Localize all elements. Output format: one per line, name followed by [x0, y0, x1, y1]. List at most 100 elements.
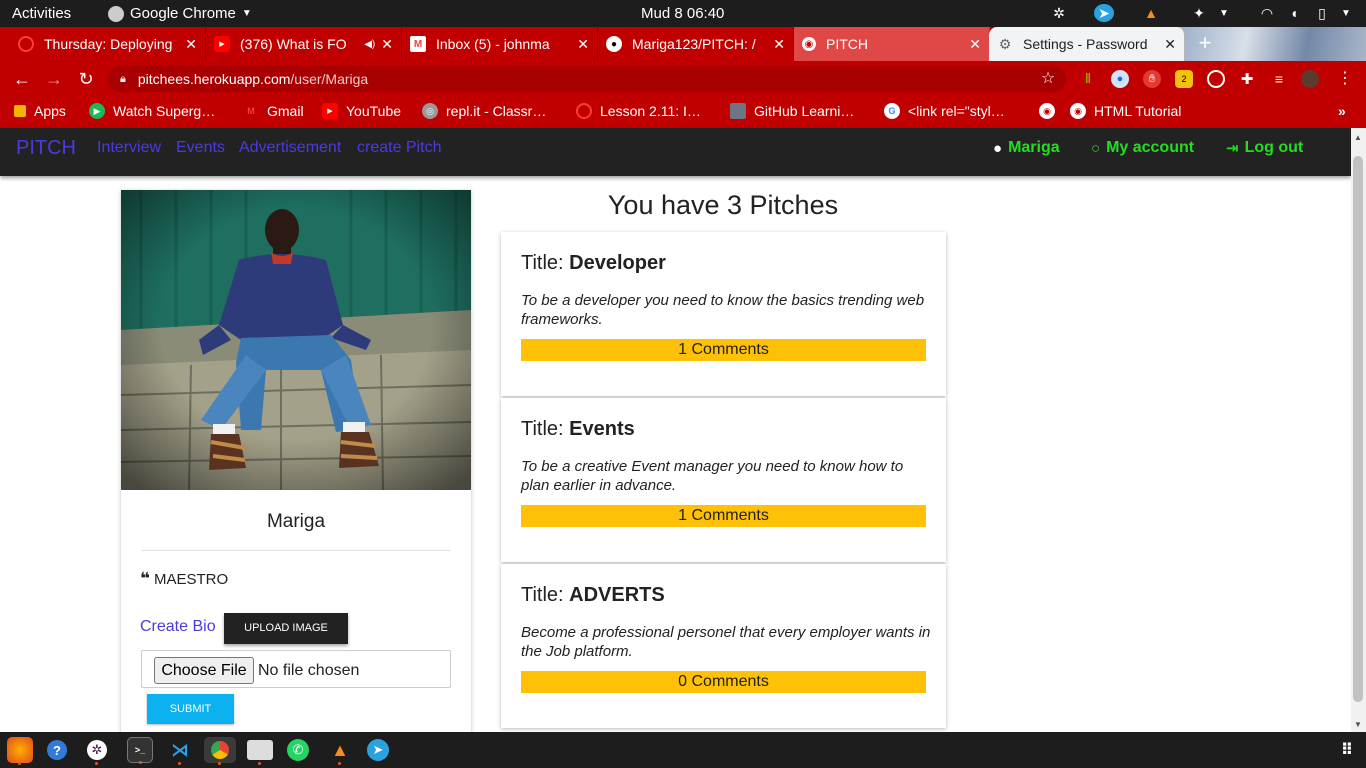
- reload-button[interactable]: ↻: [75, 69, 97, 91]
- url-path: /user/Mariga: [290, 71, 369, 87]
- terminal-icon[interactable]: >_: [127, 737, 153, 764]
- bookmarks-overflow-button[interactable]: »: [1338, 103, 1346, 119]
- scroll-down-arrow[interactable]: ▼: [1354, 720, 1362, 729]
- bookmark-star-icon[interactable]: ☆: [1037, 69, 1059, 91]
- app-menu[interactable]: Google Chrome ▼: [108, 5, 252, 22]
- extensions-puzzle-icon[interactable]: ✚: [1238, 70, 1256, 88]
- apps-grid-icon: [14, 105, 26, 117]
- url-host: pitchees.herokuapp.com: [137, 71, 291, 87]
- upload-image-button[interactable]: UPLOAD IMAGE: [224, 613, 348, 644]
- bookmark-html-tutorial[interactable]: ◉ HTML Tutorial: [1070, 103, 1181, 119]
- comments-button[interactable]: 1 Comments: [521, 339, 926, 361]
- youtube-icon: ▶: [322, 103, 338, 119]
- firefox-icon[interactable]: [7, 737, 33, 765]
- tab-youtube[interactable]: ▶ (376) What is FO ◀) ✕: [206, 27, 402, 61]
- nav-advertisement[interactable]: Advertisement: [239, 139, 341, 157]
- brand-link[interactable]: PITCH: [16, 137, 76, 160]
- back-button[interactable]: ←: [11, 69, 33, 91]
- help-icon[interactable]: ?: [47, 740, 67, 760]
- tab-gmail[interactable]: M Inbox (5) - johnma ✕: [402, 27, 598, 61]
- vlc-icon[interactable]: ▲: [327, 737, 353, 765]
- telegram-tray-icon[interactable]: ➤: [1094, 4, 1114, 22]
- slack-tray-icon[interactable]: ✲: [1049, 4, 1069, 22]
- bookmarks-bar: Apps ▶ Watch Superg… M Gmail ▶ YouTube ◎ rep…: [0, 97, 1366, 128]
- tab-strip: Thursday: Deploying ✕ ▶ (376) What is FO…: [0, 27, 1366, 61]
- address-bar[interactable]: 🔒︎ pitchees.herokuapp.com/user/Mariga: [108, 66, 1066, 92]
- chevron-down-icon: ▼: [1219, 7, 1229, 19]
- tab-github[interactable]: ● Mariga123/PITCH: / ✕: [598, 27, 794, 61]
- close-icon[interactable]: ✕: [773, 36, 785, 53]
- gmail-icon: M: [410, 36, 426, 52]
- pitch-title-text: ADVERTS: [569, 584, 665, 606]
- bookmark-globe[interactable]: ◉: [1039, 103, 1063, 119]
- bookmark-gmail[interactable]: M Gmail: [243, 103, 303, 119]
- files-icon[interactable]: [247, 740, 273, 765]
- bookmark-youtube[interactable]: ▶ YouTube: [322, 103, 401, 119]
- chrome-icon[interactable]: [204, 737, 236, 765]
- clock[interactable]: Mud 8 06:40: [641, 5, 724, 22]
- github-icon: ●: [606, 36, 622, 52]
- create-bio-link[interactable]: Create Bio: [140, 618, 216, 636]
- nav-create-pitch[interactable]: create Pitch: [357, 139, 441, 157]
- toolbar: ← → ↻ 🔒︎ pitchees.herokuapp.com/user/Mar…: [0, 61, 1366, 97]
- accessibility-icon[interactable]: ✦: [1189, 4, 1209, 22]
- close-icon[interactable]: ✕: [969, 36, 981, 53]
- comments-button[interactable]: 0 Comments: [521, 671, 926, 693]
- wifi-icon[interactable]: ◠: [1257, 4, 1277, 22]
- profile-avatar[interactable]: [1301, 70, 1319, 88]
- choose-file-button[interactable]: Choose File: [154, 657, 254, 684]
- globe-icon: ◉: [1070, 103, 1086, 119]
- scrollbar-thumb[interactable]: [1353, 156, 1363, 702]
- nav-interview[interactable]: Interview: [97, 139, 161, 157]
- activities-button[interactable]: Activities: [12, 5, 71, 22]
- extension-circle-icon[interactable]: ●: [1111, 70, 1129, 88]
- tab-settings[interactable]: ⚙ Settings - Password ✕: [989, 27, 1185, 61]
- globe-icon: ◉: [1039, 103, 1055, 119]
- submit-button[interactable]: SUBMIT: [147, 694, 234, 724]
- close-icon[interactable]: ✕: [1164, 36, 1176, 53]
- gear-icon: ⚙: [998, 35, 1012, 52]
- file-input[interactable]: Choose File No file chosen: [141, 650, 451, 688]
- extension-notes-icon[interactable]: 2: [1175, 70, 1193, 88]
- user-outline-icon: ○: [1091, 139, 1101, 157]
- vscode-icon[interactable]: ⋊: [167, 737, 193, 765]
- menu-icon[interactable]: ⋮: [1334, 69, 1356, 91]
- close-icon[interactable]: ✕: [381, 36, 393, 53]
- bookmark-label: repl.it - Classr…: [446, 103, 547, 119]
- bookmark-link-rel[interactable]: G <link rel="styl…: [884, 103, 1005, 119]
- close-icon[interactable]: ✕: [185, 36, 197, 53]
- bookmark-replit[interactable]: ◎ repl.it - Classr…: [422, 103, 546, 119]
- bookmark-lesson[interactable]: Lesson 2.11: I…: [576, 103, 701, 119]
- google-icon: G: [884, 103, 900, 119]
- tab-pitch[interactable]: ◉ PITCH ✕: [794, 27, 990, 61]
- extension-equalizer-icon[interactable]: ⦀: [1079, 70, 1097, 88]
- nav-logout[interactable]: ⇥ Log out: [1226, 139, 1303, 157]
- telegram-icon[interactable]: ➤: [367, 739, 389, 761]
- comments-button[interactable]: 1 Comments: [521, 505, 926, 527]
- new-tab-button[interactable]: +: [1193, 31, 1217, 55]
- close-icon[interactable]: ✕: [577, 36, 589, 53]
- pitch-title-text: Developer: [569, 252, 666, 274]
- audio-icon[interactable]: ◀): [364, 39, 375, 50]
- dock: ? ✲ >_ ⋊ ✆ ▲ ➤ ⠿: [0, 732, 1366, 768]
- nav-my-account[interactable]: ○ My account: [1091, 139, 1194, 157]
- slack-icon[interactable]: ✲: [87, 740, 107, 765]
- vlc-tray-icon[interactable]: ▲: [1141, 4, 1161, 22]
- nav-user[interactable]: ● Mariga: [993, 139, 1060, 157]
- bookmark-github[interactable]: GitHub Learni…: [730, 103, 854, 119]
- extension-power-icon[interactable]: [1207, 70, 1225, 88]
- nav-events[interactable]: Events: [176, 139, 225, 157]
- bookmark-superg[interactable]: ▶ Watch Superg…: [89, 103, 215, 119]
- bookmark-apps[interactable]: Apps: [14, 103, 66, 119]
- battery-icon[interactable]: ▯: [1312, 4, 1332, 22]
- volume-icon[interactable]: ◖: [1284, 4, 1304, 22]
- extension-hand-icon[interactable]: ✋︎: [1143, 70, 1161, 88]
- bookmark-label: <link rel="styl…: [908, 103, 1005, 119]
- media-control-icon[interactable]: ≡: [1270, 70, 1288, 88]
- forward-button[interactable]: →: [43, 69, 65, 91]
- scroll-up-arrow[interactable]: ▲: [1354, 133, 1362, 142]
- app-grid-icon[interactable]: ⠿: [1334, 737, 1360, 763]
- whatsapp-icon[interactable]: ✆: [287, 739, 309, 761]
- tab-thursday[interactable]: Thursday: Deploying ✕: [10, 27, 206, 61]
- lock-icon[interactable]: 🔒︎: [120, 73, 126, 86]
